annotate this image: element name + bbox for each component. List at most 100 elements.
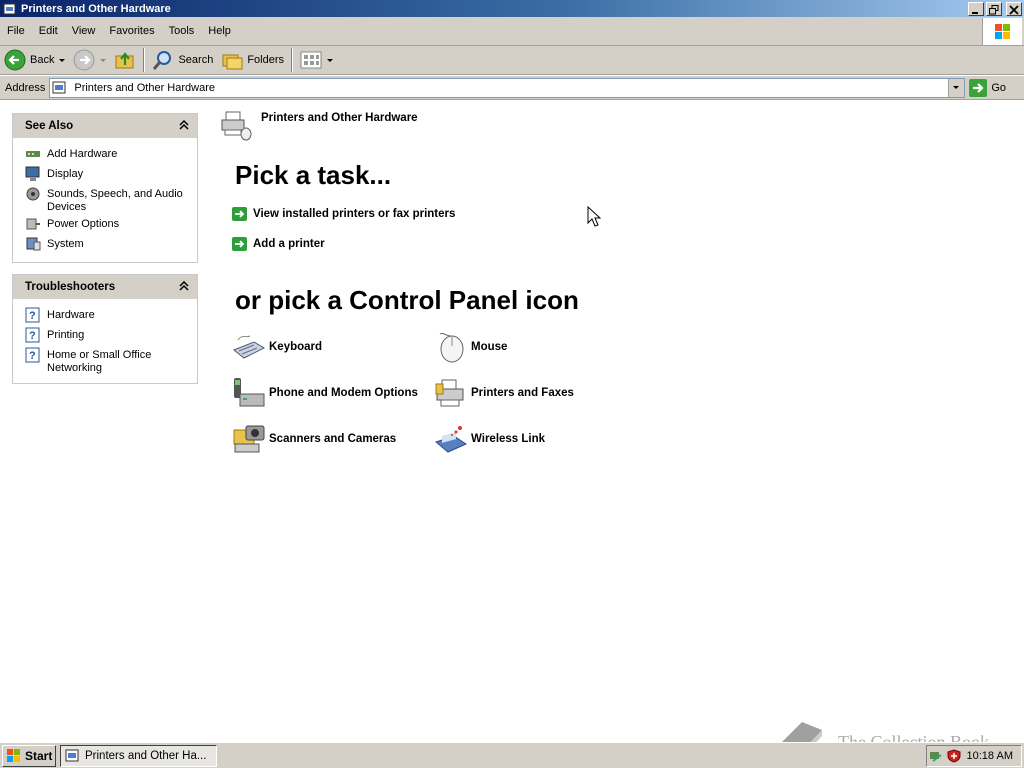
chevron-down-icon	[953, 85, 960, 89]
close-icon	[1009, 4, 1019, 15]
folder-up-icon	[115, 52, 134, 69]
control-panel-icon	[52, 81, 66, 93]
minimize-button[interactable]	[968, 1, 984, 16]
search-button[interactable]: Search	[148, 47, 217, 73]
control-panel-icon	[3, 2, 17, 16]
svg-text:?: ?	[29, 330, 36, 342]
cp-mouse[interactable]: Mouse	[434, 330, 507, 364]
system-tray: 10:18 AM	[926, 745, 1022, 767]
see-also-display[interactable]: Display	[25, 166, 191, 186]
back-button[interactable]: Back	[0, 47, 69, 73]
taskbar: Start Printers and Other Ha... 10:18 AM	[0, 742, 1024, 768]
printer-hardware-icon	[220, 108, 254, 142]
address-value: Printers and Other Hardware	[74, 81, 215, 94]
folders-label: Folders	[247, 54, 285, 66]
address-label: Address	[5, 81, 46, 94]
wireless-link-icon	[434, 422, 468, 456]
cp-keyboard[interactable]: Keyboard	[232, 330, 322, 364]
menu-bar: File Edit View Favorites Tools Help	[0, 17, 1024, 46]
see-also-add-hardware[interactable]: Add Hardware	[25, 146, 191, 166]
pick-task-heading: Pick a task...	[235, 160, 392, 190]
see-also-sounds[interactable]: Sounds, Speech, and Audio Devices	[25, 186, 191, 216]
troubleshooters-panel: Troubleshooters ? Hardware ? Printing ? …	[12, 274, 198, 384]
task-arrow-icon	[232, 207, 247, 221]
see-also-header[interactable]: See Also	[13, 114, 197, 138]
views-dropdown-icon[interactable]	[327, 58, 334, 62]
sounds-icon	[25, 186, 41, 202]
troubleshooters-header[interactable]: Troubleshooters	[13, 275, 197, 299]
search-label: Search	[178, 54, 214, 66]
toolbar: Back Search Folders	[0, 46, 1024, 75]
cp-phone-modem[interactable]: Phone and Modem Options	[232, 376, 418, 410]
search-icon	[153, 51, 172, 70]
phone-modem-icon	[232, 376, 266, 410]
security-shield-icon[interactable]	[947, 749, 961, 763]
go-arrow-icon	[969, 78, 988, 97]
category-title: Printers and Other Hardware	[261, 112, 418, 124]
menu-help[interactable]: Help	[201, 25, 238, 37]
close-button[interactable]	[1006, 1, 1022, 16]
svg-text:?: ?	[29, 350, 36, 362]
task-add-printer[interactable]: Add a printer	[232, 237, 325, 251]
menu-favorites[interactable]: Favorites	[102, 25, 161, 37]
address-dropdown-button[interactable]	[948, 78, 965, 97]
left-task-pane: See Also Add Hardware Display Sounds, Sp…	[12, 113, 198, 395]
pick-icon-heading: or pick a Control Panel icon	[235, 285, 579, 315]
address-input[interactable]: Printers and Other Hardware	[49, 77, 966, 98]
task-arrow-icon	[232, 237, 247, 251]
restore-button[interactable]	[986, 1, 1002, 16]
troubleshooters-title: Troubleshooters	[25, 281, 116, 293]
troubleshooter-printing[interactable]: ? Printing	[25, 327, 191, 347]
up-button[interactable]	[110, 47, 140, 73]
menu-tools[interactable]: Tools	[162, 25, 202, 37]
collapse-chevron-icon[interactable]	[179, 120, 189, 130]
title-bar: Printers and Other Hardware	[0, 0, 1024, 17]
cp-wireless-link[interactable]: Wireless Link	[434, 422, 545, 456]
scanner-camera-icon	[232, 422, 266, 456]
clock: 10:18 AM	[966, 750, 1013, 762]
start-button[interactable]: Start	[2, 744, 56, 767]
mouse-icon	[434, 330, 468, 364]
folders-button[interactable]: Folders	[217, 47, 288, 73]
taskbar-window-button[interactable]: Printers and Other Ha...	[60, 744, 217, 767]
menu-file[interactable]: File	[0, 25, 32, 37]
category-header: Printers and Other Hardware	[220, 108, 418, 142]
cp-scanners-cameras[interactable]: Scanners and Cameras	[232, 422, 396, 456]
troubleshooter-networking[interactable]: ? Home or Small Office Networking	[25, 347, 191, 377]
back-dropdown-icon[interactable]	[59, 58, 66, 62]
cp-printers-faxes[interactable]: Printers and Faxes	[434, 376, 574, 410]
menu-view[interactable]: View	[65, 25, 103, 37]
network-tray-icon[interactable]	[929, 749, 943, 763]
control-panel-icon	[65, 749, 79, 761]
see-also-power-options[interactable]: Power Options	[25, 216, 191, 236]
troubleshooter-hardware[interactable]: ? Hardware	[25, 307, 191, 327]
views-button[interactable]	[296, 47, 337, 73]
back-arrow-icon	[4, 49, 26, 71]
taskbar-window-label: Printers and Other Ha...	[85, 749, 207, 762]
collapse-chevron-icon[interactable]	[179, 281, 189, 291]
keyboard-icon	[232, 330, 266, 364]
forward-dropdown-icon[interactable]	[100, 58, 107, 62]
minimize-icon	[972, 11, 978, 14]
power-options-icon	[25, 216, 41, 232]
go-label: Go	[991, 81, 1007, 94]
address-bar: Address Printers and Other Hardware Go	[0, 76, 1024, 100]
help-icon: ?	[25, 307, 41, 323]
windows-logo-icon	[7, 748, 20, 762]
go-button[interactable]: Go	[969, 78, 1007, 97]
menu-edit[interactable]: Edit	[32, 25, 65, 37]
views-icon	[300, 51, 322, 69]
forward-button[interactable]	[69, 47, 110, 73]
see-also-title: See Also	[25, 120, 74, 132]
back-label: Back	[30, 54, 55, 66]
see-also-system[interactable]: System	[25, 236, 191, 256]
restore-icon	[989, 4, 999, 14]
printer-icon	[434, 376, 468, 410]
help-icon: ?	[25, 327, 41, 343]
see-also-panel: See Also Add Hardware Display Sounds, Sp…	[12, 113, 198, 263]
folders-icon	[222, 54, 243, 70]
display-icon	[25, 166, 41, 182]
task-view-printers[interactable]: View installed printers or fax printers	[232, 207, 455, 221]
add-hardware-icon	[25, 146, 41, 162]
start-label: Start	[25, 748, 53, 763]
